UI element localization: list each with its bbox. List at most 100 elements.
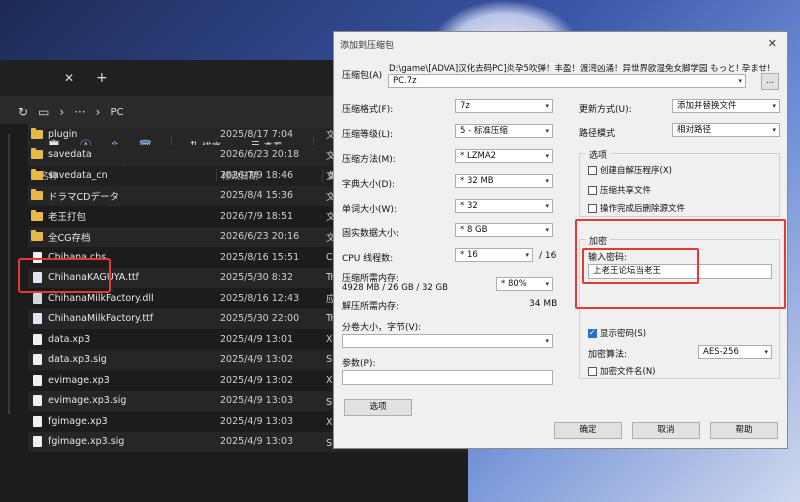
chevron-right-icon[interactable]: ›: [96, 105, 101, 119]
split-size-label: 分卷大小，字节(V):: [342, 323, 422, 333]
path-mode-select[interactable]: 相对路径 ▾: [672, 123, 780, 137]
cancel-button[interactable]: 取消: [632, 422, 700, 439]
level-label: 压缩等级(L):: [342, 130, 394, 140]
file-date: 2025/8/16 12:43: [220, 292, 300, 304]
folder-icon: [28, 189, 46, 201]
highlight-folder-box: [18, 258, 111, 293]
chevron-down-icon: ▾: [545, 152, 549, 160]
chevron-down-icon: ▾: [545, 337, 549, 345]
file-name: ChihanaMilkFactory.ttf: [48, 313, 154, 325]
split-size-combo[interactable]: ▾: [342, 334, 553, 348]
chevron-right-icon[interactable]: ›: [59, 105, 64, 119]
help-button[interactable]: 帮助: [710, 422, 778, 439]
delete-after-checkbox[interactable]: 操作完成后删除源文件: [588, 202, 685, 214]
file-date: 2026/7/9 18:46: [220, 169, 294, 181]
file-icon: [28, 354, 46, 366]
archive-label: 压缩包(A): [342, 71, 383, 81]
close-tab-icon[interactable]: ✕: [62, 71, 76, 85]
file-icon: [28, 395, 46, 407]
file-date: 2025/4/9 13:02: [220, 354, 294, 366]
checkbox-box: [588, 165, 597, 175]
browse-button[interactable]: ...: [761, 73, 779, 90]
format-select[interactable]: 7z ▾: [455, 99, 553, 113]
create-sfx-checkbox[interactable]: 创建自解压程序(X): [588, 164, 672, 176]
parameters-input[interactable]: [342, 370, 553, 385]
encryption-method-label: 加密算法:: [588, 350, 628, 360]
file-icon: [28, 436, 46, 448]
cpu-threads-select[interactable]: * 16 ▾: [455, 248, 533, 262]
chevron-down-icon: ▾: [545, 280, 549, 288]
file-icon: [28, 374, 46, 386]
file-date: 2025/5/30 8:32: [220, 272, 294, 284]
file-date: 2025/4/9 13:03: [220, 395, 294, 407]
file-name: fgimage.xp3: [48, 415, 108, 427]
level-select[interactable]: 5 - 标准压缩 ▾: [455, 124, 553, 138]
file-icon: [28, 415, 46, 427]
archive-path: D:\game\[ADVA]汉化去码PC]炎孕5吹弹！丰盈！渡湾凶涌！异世界欧湿…: [389, 64, 771, 74]
cpu-threads-label: CPU 线程数:: [342, 254, 394, 264]
solid-size-label: 固实数据大小:: [342, 229, 400, 239]
path-mode-label: 路径模式: [579, 129, 616, 139]
address-location[interactable]: PC: [110, 107, 123, 118]
memory-detail: 4928 MB / 26 GB / 32 GB: [342, 283, 448, 293]
chevron-down-icon: ▾: [545, 202, 549, 210]
file-date: 2025/5/30 22:00: [220, 313, 300, 325]
encrypt-filenames-checkbox[interactable]: 加密文件名(N): [588, 365, 656, 377]
cpu-threads-total: / 16: [539, 251, 557, 261]
chevron-down-icon: ▾: [545, 177, 549, 185]
folder-icon: [28, 209, 46, 221]
method-select[interactable]: * LZMA2 ▾: [455, 149, 553, 163]
compress-shared-checkbox[interactable]: 压缩共享文件: [588, 184, 651, 196]
file-date: 2025/4/9 13:03: [220, 436, 294, 448]
new-tab-icon[interactable]: +: [96, 70, 108, 86]
highlight-password-box: [582, 248, 699, 284]
options-group-title: 选项: [586, 148, 611, 161]
file-name: evimage.xp3: [48, 374, 110, 386]
close-icon[interactable]: ✕: [768, 37, 777, 50]
solid-size-select[interactable]: * 8 GB ▾: [455, 223, 553, 237]
update-mode-label: 更新方式(U):: [579, 105, 632, 115]
more-icon[interactable]: ···: [74, 105, 85, 119]
folder-icon: [28, 168, 46, 180]
file-name: savedata: [48, 149, 92, 161]
file-name: data.xp3.sig: [48, 354, 107, 366]
folder-icon: [28, 148, 46, 160]
dictionary-select[interactable]: * 32 MB ▾: [455, 174, 553, 188]
word-size-label: 单词大小(W):: [342, 205, 397, 215]
dictionary-label: 字典大小(D):: [342, 180, 395, 190]
chevron-down-icon: ▾: [545, 226, 549, 234]
file-date: 2026/6/23 20:16: [220, 231, 300, 243]
update-mode-select[interactable]: 添加并替换文件 ▾: [672, 99, 780, 113]
file-date: 2026/7/9 18:51: [220, 210, 294, 222]
file-name: data.xp3: [48, 333, 91, 345]
file-name: fgimage.xp3.sig: [48, 436, 125, 448]
file-name: plugin: [48, 128, 78, 140]
chevron-down-icon: ▾: [772, 102, 776, 110]
file-date: 2025/4/9 13:01: [220, 333, 294, 345]
monitor-icon[interactable]: ▭: [38, 105, 49, 119]
font-file-icon: [28, 313, 46, 325]
add-to-archive-dialog: 添加到压缩包 ✕ 压缩包(A) D:\game\[ADVA]汉化去码PC]炎孕5…: [333, 31, 788, 449]
word-size-select[interactable]: * 32 ▾: [455, 199, 553, 213]
nav-scrollbar[interactable]: [8, 134, 10, 414]
archive-name-combo[interactable]: PC.7z ▾: [388, 74, 746, 88]
file-date: 2025/8/4 15:36: [220, 190, 294, 202]
refresh-icon[interactable]: ↻: [18, 105, 28, 119]
decompress-memory-value: 34 MB: [529, 299, 558, 309]
file-name: ドラマCDデータ: [48, 191, 119, 203]
chevron-down-icon: ▾: [525, 251, 529, 259]
show-password-checkbox[interactable]: 显示密码(S): [588, 327, 646, 339]
encryption-method-select[interactable]: AES-256 ▾: [698, 345, 772, 359]
file-date: 2026/6/23 20:18: [220, 149, 300, 161]
folder-icon: [28, 127, 46, 139]
memory-percent-select[interactable]: * 80% ▾: [496, 277, 553, 291]
file-name: ChihanaMilkFactory.dll: [48, 292, 154, 304]
ok-button[interactable]: 确定: [554, 422, 622, 439]
checkbox-box: [588, 203, 597, 213]
options-group: 选项 创建自解压程序(X) 压缩共享文件 操作完成后删除源文件: [579, 148, 780, 217]
format-label: 压缩格式(F):: [342, 105, 394, 115]
dialog-titlebar: 添加到压缩包 ✕: [334, 32, 787, 56]
options-button[interactable]: 选项: [344, 399, 412, 416]
file-name: 全CG存档: [48, 232, 91, 244]
file-date: 2025/4/9 13:03: [220, 415, 294, 427]
